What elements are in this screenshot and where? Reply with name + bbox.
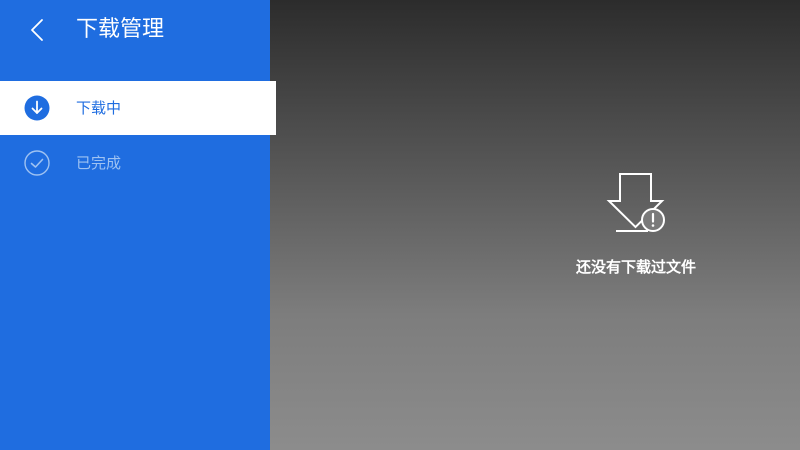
download-circle-icon bbox=[24, 95, 50, 121]
page-title: 下载管理 bbox=[76, 17, 165, 42]
empty-state-message: 还没有下载过文件 bbox=[575, 258, 696, 276]
sidebar-item-downloading[interactable]: 下载中 bbox=[0, 81, 276, 135]
sidebar-item-label: 下载中 bbox=[76, 99, 122, 117]
chevron-left-icon bbox=[22, 14, 54, 46]
sidebar: 下载管理 下载中 已完成 bbox=[0, 0, 276, 450]
back-button[interactable] bbox=[22, 14, 54, 46]
sidebar-header: 下载管理 bbox=[0, 0, 270, 60]
check-circle-icon bbox=[24, 150, 50, 176]
app-window: 下载管理 下载中 已完成 还没有下载过文件 bbox=[0, 0, 800, 450]
download-warning-icon bbox=[604, 172, 668, 236]
sidebar-item-completed[interactable]: 已完成 bbox=[0, 136, 270, 190]
sidebar-item-label: 已完成 bbox=[76, 154, 122, 172]
